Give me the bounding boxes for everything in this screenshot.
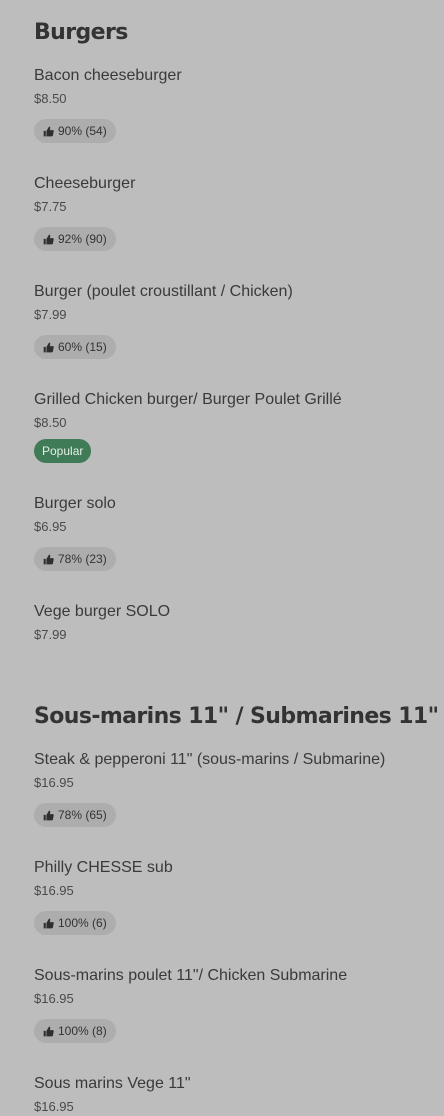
item-name: Vege burger SOLO [34, 603, 171, 620]
item-name: Sous marins Vege 11" [34, 1075, 191, 1092]
item-name: Sous-marins poulet 11"/ Chicken Submarin… [34, 967, 348, 984]
item-name: Burger solo [34, 495, 116, 512]
thumbs-up-icon [43, 810, 54, 821]
rating-text: 78% (65) [58, 808, 107, 822]
item-price: $7.99 [34, 627, 67, 642]
rating-text: 100% (8) [58, 1024, 107, 1038]
rating-badge: 92% (90) [34, 227, 116, 251]
rating-text: 60% (15) [58, 340, 107, 354]
rating-text: 92% (90) [58, 232, 107, 246]
item-price: $7.75 [34, 199, 67, 214]
thumbs-up-icon [43, 918, 54, 929]
item-price: $16.95 [34, 775, 74, 790]
thumbs-up-icon [43, 234, 54, 245]
menu-item-sous-marins-vege[interactable]: Sous marins Vege 11" $16.95 [34, 1074, 434, 1115]
rating-text: 90% (54) [58, 124, 107, 138]
item-name: Philly CHESSE sub [34, 859, 173, 876]
thumbs-up-icon [43, 554, 54, 565]
rating-badge: 100% (8) [34, 1019, 116, 1043]
rating-text: 100% (6) [58, 916, 107, 930]
menu-item-philly-chesse-sub[interactable]: Philly CHESSE sub $16.95 100% (6) [34, 858, 434, 935]
menu-item-steak-pepperoni[interactable]: Steak & pepperoni 11" (sous-marins / Sub… [34, 750, 434, 827]
item-name: Cheeseburger [34, 175, 136, 192]
menu-item-vege-burger-solo[interactable]: Vege burger SOLO $7.99 [34, 602, 434, 643]
menu-item-burger-poulet-croustillant[interactable]: Burger (poulet croustillant / Chicken) $… [34, 282, 434, 359]
rating-badge: 100% (6) [34, 911, 116, 935]
item-name: Steak & pepperoni 11" (sous-marins / Sub… [34, 751, 386, 768]
item-name: Burger (poulet croustillant / Chicken) [34, 283, 293, 300]
item-price: $8.50 [34, 415, 67, 430]
section-title-burgers: Burgers [34, 20, 128, 45]
menu-item-bacon-cheeseburger[interactable]: Bacon cheeseburger $8.50 90% (54) [34, 66, 434, 143]
menu-item-cheeseburger[interactable]: Cheeseburger $7.75 92% (90) [34, 174, 434, 251]
item-price: $16.95 [34, 1099, 74, 1114]
thumbs-up-icon [43, 126, 54, 137]
popular-badge: Popular [34, 439, 92, 463]
rating-text: 78% (23) [58, 552, 107, 566]
item-price: $16.95 [34, 991, 74, 1006]
menu-item-chicken-submarine[interactable]: Sous-marins poulet 11"/ Chicken Submarin… [34, 966, 434, 1043]
thumbs-up-icon [43, 342, 54, 353]
rating-badge: 60% (15) [34, 335, 116, 359]
menu-item-burger-solo[interactable]: Burger solo $6.95 78% (23) [34, 494, 434, 571]
item-name: Grilled Chicken burger/ Burger Poulet Gr… [34, 391, 342, 408]
rating-badge: 90% (54) [34, 119, 116, 143]
item-price: $6.95 [34, 519, 67, 534]
rating-badge: 78% (65) [34, 803, 116, 827]
menu-item-grilled-chicken-burger[interactable]: Grilled Chicken burger/ Burger Poulet Gr… [34, 390, 434, 463]
section-title-submarines: Sous-marins 11" / Submarines 11" [34, 704, 439, 729]
item-price: $16.95 [34, 883, 74, 898]
item-price: $7.99 [34, 307, 67, 322]
thumbs-up-icon [43, 1026, 54, 1037]
item-price: $8.50 [34, 91, 67, 106]
item-name: Bacon cheeseburger [34, 67, 182, 84]
rating-badge: 78% (23) [34, 547, 116, 571]
